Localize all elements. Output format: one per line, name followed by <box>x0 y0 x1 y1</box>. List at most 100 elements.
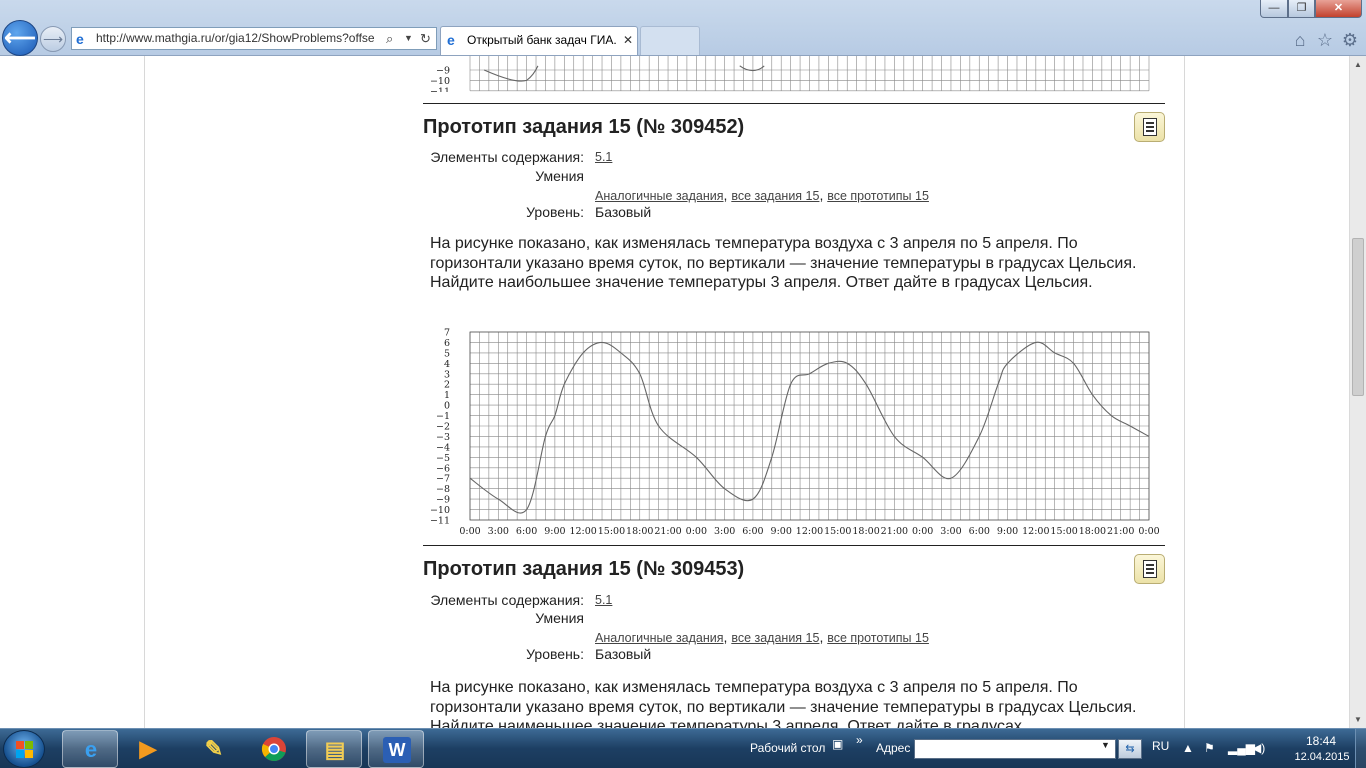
start-button[interactable] <box>3 730 45 768</box>
taskbar-explorer-button[interactable]: ▤ <box>306 730 362 768</box>
all-tasks-link[interactable]: все задания 15 <box>731 631 819 645</box>
x-tick-label: 12:00 <box>796 526 823 536</box>
x-tick-label: 9:00 <box>997 526 1018 536</box>
new-tab-button[interactable] <box>640 26 700 55</box>
temperature-chart: 76543210−1−2−3−4−5−6−7−8−9−10−11 0:00 3:00… <box>430 328 1160 537</box>
y-tick-label: −6 <box>436 463 450 474</box>
y-tick-label: −10 <box>430 505 450 516</box>
network-icon[interactable]: ▂▄▆ <box>1228 741 1255 755</box>
x-tick-label: 0:00 <box>459 526 480 536</box>
problem-text: На рисунке показано, как изменялась темп… <box>430 235 1137 291</box>
taskbar: e ▶ ✎ ▤ W Рабочий стол ▣ » Адрес ▼ ⇆ RU … <box>0 728 1366 768</box>
x-tick-label: 3:00 <box>940 526 961 536</box>
similar-tasks-link[interactable]: Аналогичные задания <box>595 189 724 203</box>
problem-title: Прототип задания 15 (№ 309452) <box>423 116 745 138</box>
level-value: Базовый <box>595 204 652 220</box>
address-toolbar-label: Адрес <box>876 741 911 755</box>
x-tick-label: 0:00 <box>1138 526 1159 536</box>
refresh-icon[interactable]: ↻ <box>420 28 431 49</box>
tab-mathgia[interactable]: e Открытый банк задач ГИА... ✕ <box>440 26 638 55</box>
star-icon[interactable]: ☆ <box>1315 30 1335 50</box>
x-tick-label: 21:00 <box>1107 526 1134 536</box>
skills-label: Умения <box>535 610 584 626</box>
word-icon: W <box>383 737 411 763</box>
all-tasks-link[interactable]: все задания 15 <box>731 189 819 203</box>
action-center-icon[interactable]: ⚑ <box>1204 741 1215 755</box>
toolbar-chevron[interactable]: » <box>856 733 863 747</box>
y-tick-label: 3 <box>444 369 450 380</box>
ie-page-icon: e <box>76 31 84 47</box>
print-button[interactable] <box>1134 112 1165 142</box>
content-elements-link[interactable]: 5.1 <box>595 150 612 164</box>
desktop-folder-icon[interactable]: ▣ <box>832 737 843 751</box>
y-tick-label: −10 <box>430 76 450 87</box>
y-tick-label: 0 <box>444 401 450 412</box>
x-tick-label: 6:00 <box>742 526 763 536</box>
x-tick-label: 18:00 <box>1079 526 1106 536</box>
taskbar-ie-button[interactable]: e <box>62 730 118 768</box>
address-url[interactable]: http://www.mathgia.ru/or/gia12/ShowProbl… <box>96 28 378 49</box>
level-label: Уровень: <box>526 204 584 220</box>
tab-close-icon[interactable]: ✕ <box>623 27 633 54</box>
clock-date[interactable]: 12.04.2015 <box>1289 751 1355 763</box>
y-tick-label: −9 <box>436 495 450 506</box>
language-indicator[interactable]: RU <box>1152 739 1169 753</box>
address-bar[interactable]: e http://www.mathgia.ru/or/gia12/ShowPro… <box>71 27 437 50</box>
y-tick-label: −2 <box>436 422 450 433</box>
scroll-down-icon[interactable]: ▼ <box>1350 711 1366 728</box>
scroll-up-icon[interactable]: ▲ <box>1350 56 1366 73</box>
content-elements-link[interactable]: 5.1 <box>595 593 612 607</box>
y-tick-label: −5 <box>436 453 450 464</box>
all-prototypes-link[interactable]: все прототипы 15 <box>827 189 929 203</box>
x-tick-label: 0:00 <box>912 526 933 536</box>
clock-time[interactable]: 18:44 <box>1295 734 1347 748</box>
y-tick-label: −1 <box>436 411 450 422</box>
y-tick-label: −11 <box>430 86 450 92</box>
maximize-button[interactable]: ❐ <box>1288 0 1315 18</box>
vertical-scrollbar[interactable]: ▲ ▼ <box>1349 56 1366 728</box>
y-tick-label: −4 <box>436 442 450 453</box>
all-prototypes-link[interactable]: все прототипы 15 <box>827 631 929 645</box>
similar-tasks-link[interactable]: Аналогичные задания <box>595 631 724 645</box>
taskbar-address-input[interactable] <box>914 739 1116 759</box>
level-value: Базовый <box>595 646 652 662</box>
desktop-toolbar-label[interactable]: Рабочий стол <box>750 741 825 755</box>
x-tick-label: 3:00 <box>714 526 735 536</box>
y-tick-label: 5 <box>444 348 450 359</box>
close-window-button[interactable]: ✕ <box>1315 0 1362 18</box>
address-dropdown-icon[interactable]: ▼ <box>404 28 413 49</box>
scroll-thumb[interactable] <box>1352 238 1364 396</box>
y-tick-label: 4 <box>444 359 450 370</box>
media-player-icon: ▶ <box>139 736 157 761</box>
taskbar-paint-button[interactable]: ✎ <box>186 730 242 768</box>
taskbar-address-dropdown-icon[interactable]: ▼ <box>1101 740 1110 750</box>
home-icon[interactable]: ⌂ <box>1290 30 1310 50</box>
content-elements-label: Элементы содержания: <box>430 149 584 165</box>
y-tick-label: −9 <box>436 66 450 77</box>
gear-icon[interactable]: ⚙ <box>1340 30 1360 50</box>
taskbar-media-button[interactable]: ▶ <box>120 730 176 768</box>
volume-icon[interactable]: ◀) <box>1252 741 1265 755</box>
search-icon[interactable]: ⌕ <box>386 28 393 49</box>
taskbar-chrome-button[interactable] <box>246 730 302 768</box>
x-tick-label: 15:00 <box>1050 526 1077 536</box>
document-icon <box>1143 560 1157 578</box>
y-tick-label: −11 <box>430 516 450 527</box>
ie-tab-icon: e <box>447 32 455 48</box>
print-button[interactable] <box>1134 554 1165 584</box>
taskbar-go-button[interactable]: ⇆ <box>1118 739 1142 759</box>
x-tick-label: 6:00 <box>516 526 537 536</box>
x-tick-label: 9:00 <box>544 526 565 536</box>
tray-expand-icon[interactable]: ▲ <box>1182 741 1194 755</box>
ie-icon: e <box>84 737 98 762</box>
forward-button[interactable]: ⟶ <box>40 26 66 52</box>
content-elements-label: Элементы содержания: <box>430 592 584 608</box>
x-tick-label: 0:00 <box>686 526 707 536</box>
x-tick-label: 21:00 <box>881 526 908 536</box>
taskbar-word-button[interactable]: W <box>368 730 424 768</box>
x-tick-label: 6:00 <box>969 526 990 536</box>
minimize-button[interactable]: — <box>1260 0 1288 18</box>
document-icon <box>1143 118 1157 136</box>
show-desktop-button[interactable] <box>1355 729 1366 768</box>
back-button[interactable]: ⟵ <box>2 20 38 56</box>
